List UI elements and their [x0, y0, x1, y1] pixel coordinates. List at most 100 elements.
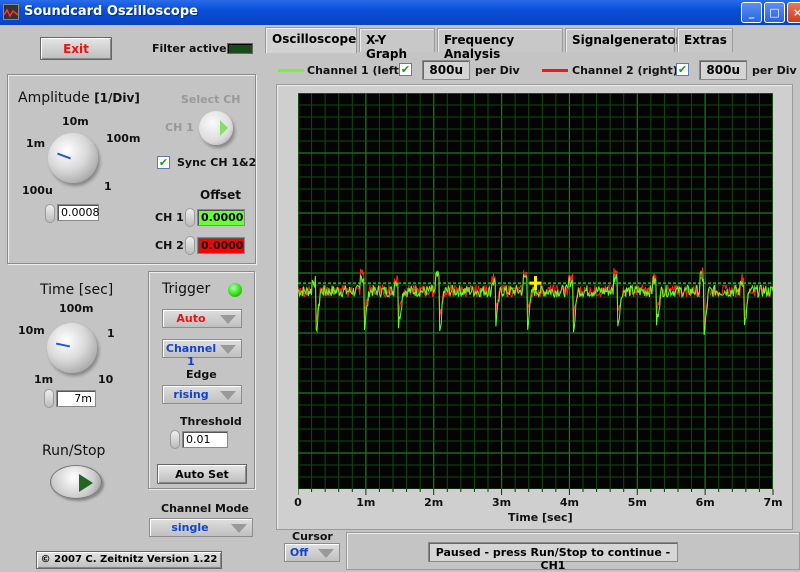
amplitude-knob[interactable] — [48, 133, 98, 183]
x-tick-label: 4m — [559, 496, 579, 509]
amp-tick-1: 1 — [104, 180, 112, 193]
x-tick-label: 3m — [492, 496, 512, 509]
chevron-down-icon — [220, 345, 236, 354]
trigger-mode-value: Auto — [176, 312, 206, 325]
cursor-value: Off — [289, 546, 309, 559]
knob-pointer — [57, 152, 71, 160]
time-knob[interactable] — [47, 323, 97, 373]
amp-tick-100m: 100m — [106, 132, 141, 145]
ch1-per-div-field[interactable]: 800u — [422, 60, 470, 80]
threshold-field[interactable]: 0.01 — [182, 431, 228, 448]
exit-button[interactable]: Exit — [40, 37, 112, 60]
play-icon — [79, 474, 93, 492]
threshold-spinner[interactable] — [170, 430, 180, 449]
ch2-per-div-label: per Div — [752, 64, 797, 77]
select-ch-label: Select CH — [181, 93, 241, 106]
filter-active-label: Filter active — [152, 42, 227, 55]
amplitude-title-text: Amplitude — [18, 90, 90, 106]
minimize-button[interactable]: _ — [741, 2, 762, 23]
amplitude-title: Amplitude [1/Div] — [18, 90, 140, 106]
select-ch-indicator-icon — [220, 120, 228, 136]
threshold-label: Threshold — [180, 415, 242, 428]
cursor-dropdown[interactable]: Off — [284, 543, 340, 562]
amp-tick-1m: 1m — [26, 137, 46, 150]
trigger-led — [228, 283, 242, 297]
ch2-per-div-field[interactable]: 800u — [699, 60, 747, 80]
channel-mode-label: Channel Mode — [161, 502, 249, 515]
tab-signalgenerator[interactable]: Signalgenerator — [565, 28, 681, 52]
edge-label: Edge — [186, 368, 217, 381]
window-title: Soundcard Oszilloscope — [24, 4, 198, 19]
time-tick-100m: 100m — [59, 302, 94, 315]
x-tick-label: 1m — [356, 496, 376, 509]
trigger-mode-dropdown[interactable]: Auto — [162, 309, 242, 328]
tab-oscilloscope[interactable]: Oscilloscope — [265, 27, 357, 53]
amplitude-spinner[interactable] — [45, 204, 55, 223]
time-value-field[interactable]: 7m — [56, 390, 96, 407]
sync-label: Sync CH 1&2 — [177, 156, 257, 169]
ch1-name: Channel 1 (left) — [307, 64, 404, 77]
ch1-legend-line — [278, 69, 304, 72]
chevron-down-icon — [220, 391, 236, 400]
channel-mode-value: single — [171, 521, 209, 534]
x-tick-label: 0 — [294, 496, 302, 509]
amp-tick-100u: 100u — [22, 184, 53, 197]
trigger-marker-icon[interactable] — [529, 276, 542, 291]
status-text: Paused - press Run/Stop to continue - CH… — [428, 542, 678, 572]
amplitude-value-field[interactable]: 0.0008 — [57, 204, 100, 221]
time-tick-10m: 10m — [18, 324, 45, 337]
runstop-button[interactable] — [50, 465, 102, 499]
offset-ch1-spinner[interactable] — [185, 208, 195, 227]
offset-ch1-label: CH 1 — [155, 211, 184, 224]
channel-mode-dropdown[interactable]: single — [149, 518, 253, 537]
ch1-per-div-label: per Div — [475, 64, 520, 77]
time-title: Time [sec] — [40, 282, 114, 298]
maximize-button[interactable]: □ — [764, 2, 785, 23]
filter-led[interactable] — [227, 43, 253, 54]
trigger-channel-dropdown[interactable]: Channel 1 — [162, 339, 242, 368]
tab-frequency-analysis[interactable]: Frequency Analysis — [437, 28, 563, 61]
chevron-down-icon — [231, 524, 247, 533]
tab-xy-graph[interactable]: X-Y Graph — [359, 28, 435, 61]
sync-checkbox[interactable]: ✔ — [157, 156, 170, 169]
autoset-button[interactable]: Auto Set — [157, 464, 247, 484]
amp-tick-10m: 10m — [62, 115, 89, 128]
x-tick-label: 2m — [424, 496, 444, 509]
edge-dropdown[interactable]: rising — [162, 385, 242, 404]
offset-ch2-field[interactable]: 0.0000 — [197, 237, 245, 254]
select-ch-knob[interactable] — [199, 111, 233, 145]
x-tick-label: 7m — [763, 496, 783, 509]
offset-ch2-spinner[interactable] — [185, 236, 195, 255]
time-tick-10: 10 — [98, 373, 114, 386]
amplitude-unit: [1/Div] — [94, 91, 140, 105]
knob-pointer — [55, 342, 71, 348]
time-tick-1: 1 — [107, 327, 115, 340]
scope-plot[interactable] — [298, 93, 773, 489]
offset-ch2-label: CH 2 — [155, 239, 184, 252]
close-button[interactable]: × — [787, 2, 800, 23]
time-tick-1m: 1m — [34, 373, 54, 386]
trigger-channel-value: Channel 1 — [165, 342, 217, 368]
edge-value: rising — [173, 388, 209, 401]
title-bar: Soundcard Oszilloscope _ □ × — [0, 0, 800, 25]
cursor-label: Cursor — [292, 530, 333, 543]
tab-extras[interactable]: Extras — [677, 28, 733, 52]
offset-ch1-field[interactable]: 0.0000 — [197, 209, 245, 226]
time-spinner[interactable] — [44, 389, 54, 408]
copyright-label: © 2007 C. Zeitnitz Version 1.22 — [36, 551, 222, 569]
trigger-title: Trigger — [162, 281, 211, 297]
x-tick-label: 5m — [627, 496, 647, 509]
ch2-legend-line — [542, 69, 568, 72]
ch2-enable-checkbox[interactable]: ✔ — [676, 63, 689, 76]
chevron-down-icon — [318, 549, 334, 558]
runstop-label: Run/Stop — [42, 443, 106, 459]
tab-bar: Oscilloscope X-Y Graph Frequency Analysi… — [265, 27, 800, 61]
x-axis-label: Time [sec] — [508, 511, 573, 524]
select-ch-value: CH 1 — [165, 121, 194, 134]
x-tick-label: 6m — [695, 496, 715, 509]
ch2-name: Channel 2 (right) — [572, 64, 678, 77]
offset-title: Offset — [200, 188, 241, 202]
ch1-enable-checkbox[interactable]: ✔ — [399, 63, 412, 76]
chevron-down-icon — [220, 315, 236, 324]
app-icon — [3, 4, 19, 20]
